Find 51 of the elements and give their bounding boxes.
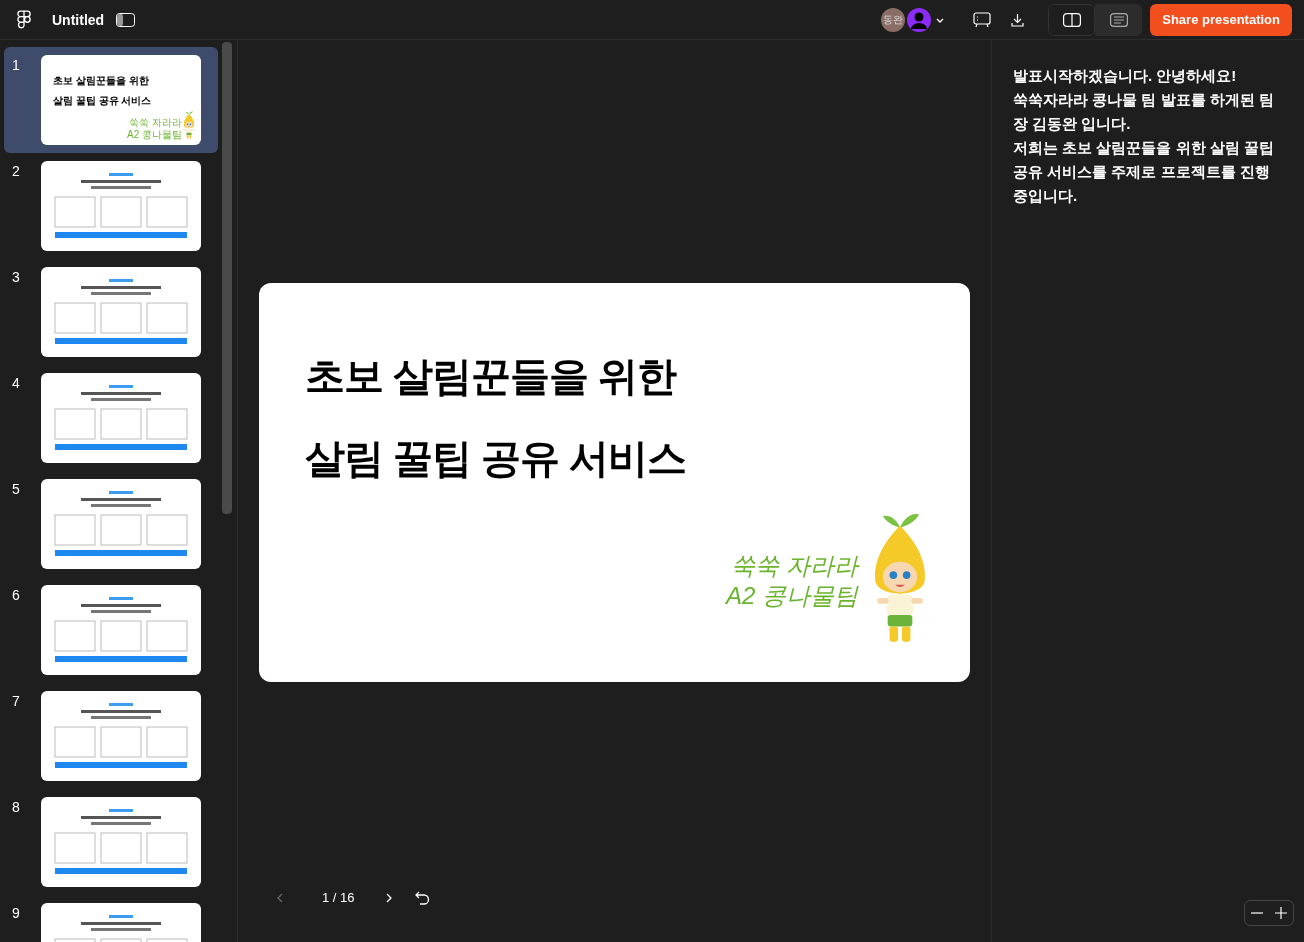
slide-thumbnail-row[interactable]: 6 [4,577,218,683]
slide-thumbnail-row[interactable]: 4 [4,365,218,471]
slide-thumbnail[interactable] [41,479,201,569]
notes-view-button[interactable] [1095,3,1143,36]
document-title[interactable]: Untitled [52,9,105,30]
slide-thumbnail-row[interactable]: 5 [4,471,218,577]
split-view-button[interactable] [1048,3,1096,36]
user-avatar[interactable]: 동완 [881,7,906,32]
slide-thumbnail[interactable]: 초보 살림꾼들을 위한 살림 꿀팁 공유 서비스 쑥쑥 자라라 A2 콩나물팀 [41,55,201,145]
thumbnail-title-text: 살림 꿀팁 공유 서비스 [53,94,153,108]
slide-title-text: 살림 꿀팁 공유 서비스 [305,434,688,482]
slide-title-text: 초보 살림꾼들을 위한 [305,352,678,400]
slide-thumbnail[interactable] [41,373,201,463]
presenter-screen-icon[interactable] [973,11,992,28]
mascot-drawing [181,109,197,141]
slide-number: 9 [11,904,21,923]
slide-number: 3 [11,268,21,287]
slide-number: 8 [11,798,21,817]
slide-counter: 1 / 16 [322,889,355,908]
slide-thumbnail[interactable] [41,691,201,781]
thumbnail-tagline-text: 쑥쑥 자라라 [128,117,182,129]
user-avatar[interactable] [907,7,932,32]
slide-thumbnail-row[interactable]: 9 [4,895,218,942]
logo-icon[interactable] [16,9,32,30]
slide-number: 1 [11,56,21,75]
scrollbar-thumb[interactable] [222,42,232,514]
slide-thumbnail[interactable] [41,267,201,357]
slide-thumbnail[interactable] [41,585,201,675]
slide-number: 2 [11,162,21,181]
slide-thumbnail-row[interactable]: 2 [4,153,218,259]
split-view-icon [1062,12,1081,27]
slide-number: 6 [11,586,21,605]
restart-icon[interactable] [414,891,430,905]
sidebar-toggle-icon[interactable] [116,12,136,27]
slide-number: 4 [11,374,21,393]
slide-number: 7 [11,692,21,711]
slide-thumbnail[interactable] [41,797,201,887]
thumbnail-tagline-text: A2 콩나물팀 [127,129,182,141]
thumbnail-title-text: 초보 살림꾼들을 위한 [53,74,150,88]
download-icon[interactable] [1011,12,1025,27]
notes-view-icon [1109,12,1128,27]
slide-number: 5 [11,480,21,499]
slide-tagline-text: 쑥쑥 자라라 [730,550,858,581]
speaker-notes-text[interactable]: 발표시작하겠습니다. 안녕하세요! 쑥쑥자라라 콩나물 팀 발표를 하게된 팀장 김동완 입니다. 저희는 초보 살림꾼들을 위한 살림 꿀팁 공유 서비스를 주제로 프로젝트를 진행중입니다. [992,40,1304,900]
slide-tagline-text: A2 콩나물팀 [725,580,858,611]
slide-thumbnail[interactable] [41,161,201,251]
slide-thumbnail-row[interactable]: 8 [4,789,218,895]
slide-thumbnail-row[interactable]: 7 [4,683,218,789]
share-presentation-button[interactable]: Share presentation [1150,3,1292,36]
slide-thumbnail-row[interactable]: 3 [4,259,218,365]
slide-thumbnail-row[interactable]: 1 초보 살림꾼들을 위한 살림 꿀팁 공유 서비스 쑥쑥 자라라 A2 콩나물팀 [4,47,218,153]
